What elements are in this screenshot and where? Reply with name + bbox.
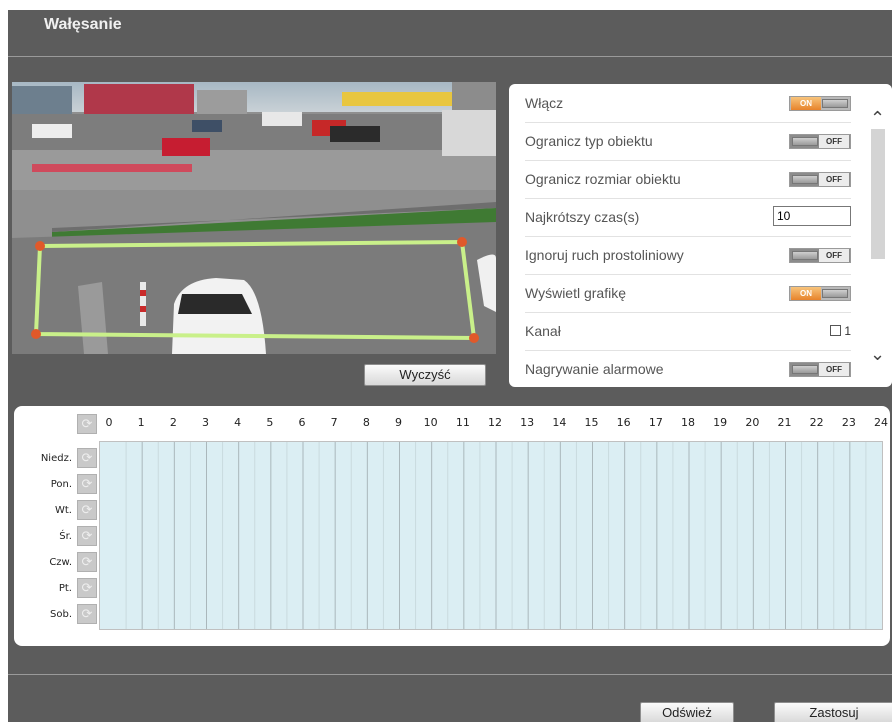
hour-label: 13	[520, 416, 535, 429]
copy-icon[interactable]: ⟳	[77, 578, 97, 598]
setting-row-enable: Włącz ON	[525, 84, 851, 123]
copy-icon[interactable]: ⟳	[77, 414, 97, 434]
setting-row-ignore-linear: Ignoruj ruch prostoliniowy OFF	[525, 236, 851, 275]
hour-label: 14	[552, 416, 567, 429]
hour-label: 19	[713, 416, 728, 429]
hour-label: 8	[362, 416, 370, 429]
hour-label: 20	[745, 416, 760, 429]
limit-object-size-toggle[interactable]: OFF	[789, 172, 851, 187]
hour-label: 16	[616, 416, 631, 429]
hour-label: 0	[105, 416, 113, 429]
hour-label: 18	[681, 416, 695, 429]
day-label: Sob.	[50, 609, 72, 620]
min-time-input[interactable]	[773, 206, 851, 226]
copy-icon[interactable]: ⟳	[77, 604, 97, 624]
hour-label: 2	[169, 416, 177, 429]
day-label: Pon.	[50, 479, 72, 490]
footer-divider	[8, 674, 892, 675]
day-label: Czw.	[49, 557, 72, 568]
header-divider	[8, 56, 892, 57]
toggle-state-text: OFF	[819, 249, 849, 262]
copy-icon[interactable]: ⟳	[77, 552, 97, 572]
hour-label: 23	[841, 416, 856, 429]
toggle-state-text: ON	[791, 287, 821, 300]
setting-label: Kanał	[525, 323, 561, 339]
chevron-down-icon[interactable]: ⌄	[870, 345, 885, 363]
toggle-state-text: OFF	[819, 173, 849, 186]
apply-button[interactable]: Zastosuj	[774, 702, 892, 722]
setting-label: Wyświetl grafikę	[525, 285, 627, 301]
channel-1-label: 1	[844, 324, 851, 338]
settings-panel: Włącz ON Ogranicz typ obiektu OFF Ograni…	[509, 84, 892, 387]
hour-label: 4	[234, 416, 242, 429]
channel-1-checkbox[interactable]	[830, 325, 841, 336]
app-window: Wałęsanie Wyczyść Włącz ON Ogranicz typ …	[8, 10, 892, 722]
day-label: Pt.	[58, 583, 72, 594]
setting-label: Ogranicz rozmiar obiektu	[525, 171, 681, 187]
hour-label: 22	[809, 416, 824, 429]
page-title: Wałęsanie	[44, 16, 122, 33]
setting-label: Ignoruj ruch prostoliniowy	[525, 247, 684, 263]
limit-object-type-toggle[interactable]: OFF	[789, 134, 851, 149]
enable-toggle[interactable]: ON	[789, 96, 851, 111]
clear-zone-button[interactable]: Wyczyść	[364, 364, 486, 386]
setting-row-limit-object-type: Ogranicz typ obiektu OFF	[525, 122, 851, 161]
setting-label: Włącz	[525, 95, 564, 111]
hour-label: 24	[874, 416, 888, 429]
schedule-panel: ⟳ 0 1 2 3 4 5 6 7 8 9 10 11 12 13 14 15 16 17 18 19 20 21 22 23…	[14, 406, 890, 646]
scrollbar-thumb[interactable]	[871, 129, 885, 259]
toggle-state-text: OFF	[819, 135, 849, 148]
toggle-state-text: OFF	[819, 363, 849, 376]
chevron-up-icon[interactable]: ⌃	[870, 109, 885, 127]
day-label: Śr.	[59, 531, 72, 542]
hour-label: 10	[423, 416, 438, 429]
copy-icon[interactable]: ⟳	[77, 526, 97, 546]
hour-label: 21	[777, 416, 792, 429]
hour-label: 15	[584, 416, 599, 429]
setting-label: Najkrótszy czas(s)	[525, 209, 640, 225]
setting-row-limit-object-size: Ogranicz rozmiar obiektu OFF	[525, 160, 851, 199]
setting-row-channel: Kanał 1	[525, 312, 851, 351]
schedule-grid[interactable]	[99, 441, 883, 630]
hour-label: 3	[202, 416, 209, 429]
copy-icon[interactable]: ⟳	[77, 500, 97, 520]
hour-label: 6	[298, 416, 306, 429]
hour-label: 7	[330, 416, 338, 429]
hour-label: 11	[455, 416, 470, 429]
show-graphics-toggle[interactable]: ON	[789, 286, 851, 301]
setting-row-min-time: Najkrótszy czas(s)	[525, 198, 851, 237]
setting-label: Ogranicz typ obiektu	[525, 133, 653, 149]
ignore-linear-motion-toggle[interactable]: OFF	[789, 248, 851, 263]
day-label: Niedz.	[40, 453, 72, 464]
alarm-recording-toggle[interactable]: OFF	[789, 362, 851, 377]
day-label: Wt.	[55, 505, 72, 516]
hour-label: 17	[648, 416, 663, 429]
hour-label: 9	[395, 416, 402, 429]
setting-row-show-graphics: Wyświetl grafikę ON	[525, 274, 851, 313]
hour-label: 1	[137, 416, 145, 429]
hour-label: 5	[266, 416, 274, 429]
toggle-state-text: ON	[791, 97, 821, 110]
setting-label: Nagrywanie alarmowe	[525, 361, 664, 377]
refresh-button[interactable]: Odśwież	[640, 702, 734, 722]
hour-label: 12	[488, 416, 502, 429]
setting-row-alarm-recording: Nagrywanie alarmowe OFF	[525, 350, 851, 387]
settings-scrollbar[interactable]: ⌃ ⌄	[864, 84, 892, 387]
copy-icon[interactable]: ⟳	[77, 474, 97, 494]
camera-preview[interactable]	[12, 82, 496, 354]
copy-icon[interactable]: ⟳	[77, 448, 97, 468]
